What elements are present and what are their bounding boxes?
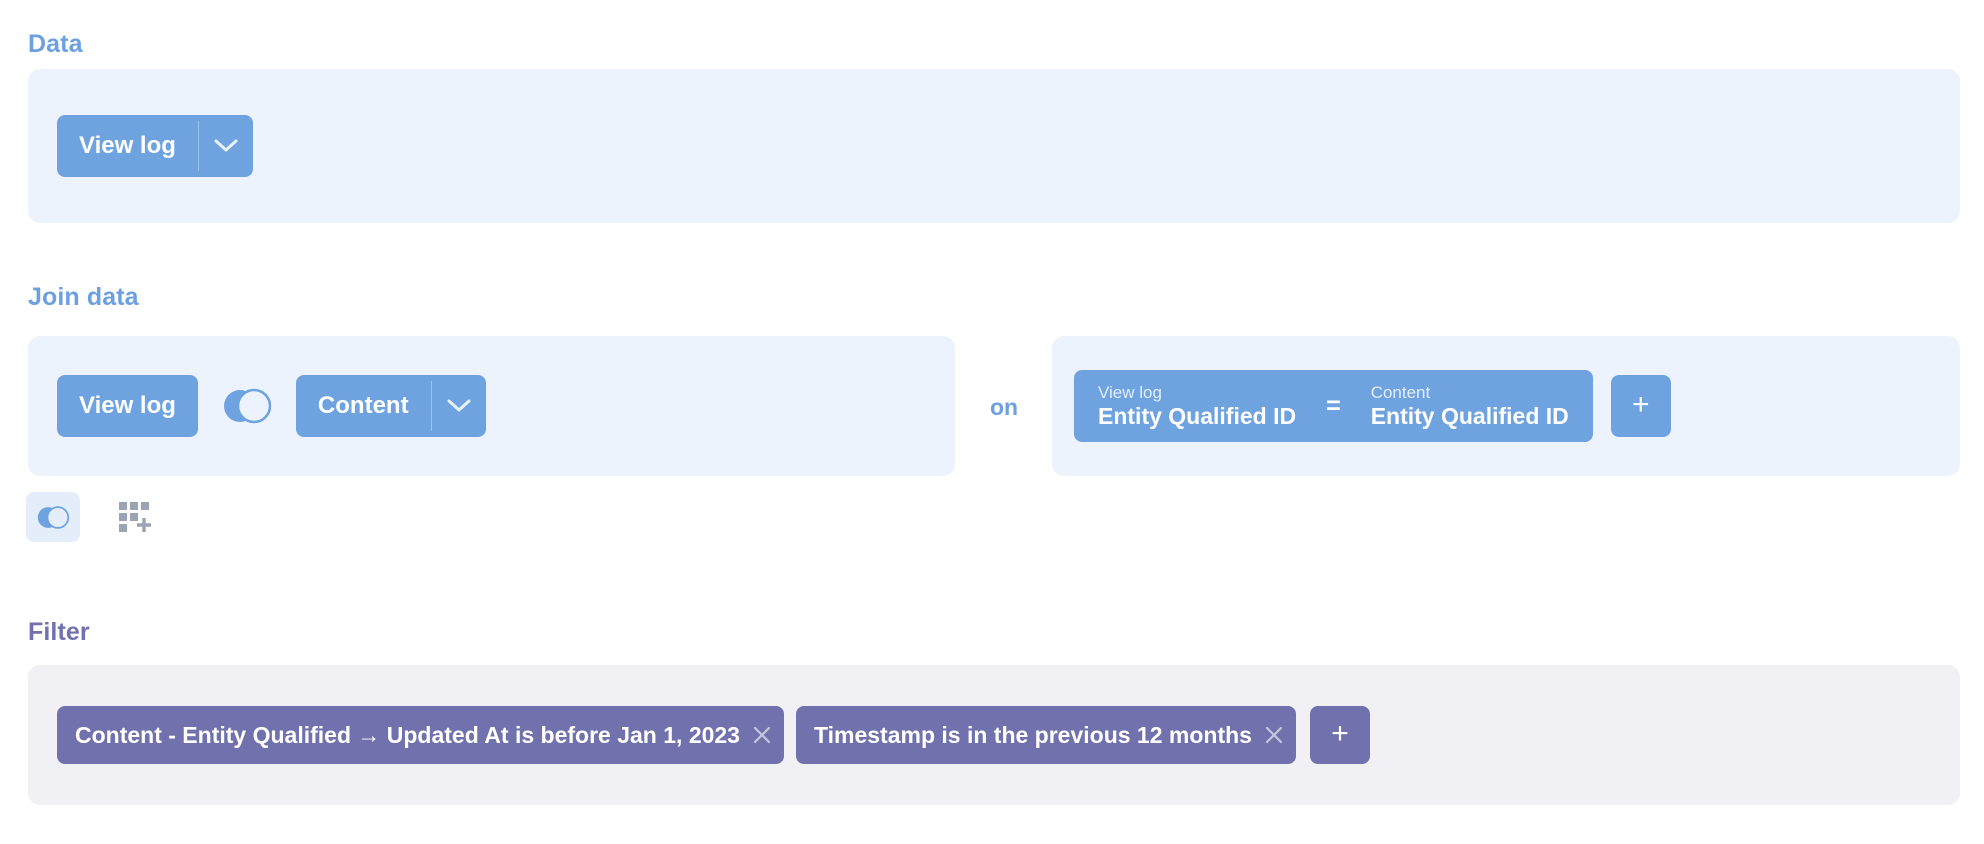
join-condition-panel: View log Entity Qualified ID = Content E… xyxy=(1052,336,1960,476)
join-on-keyword: on xyxy=(990,394,1019,420)
venn-left-join-icon[interactable] xyxy=(218,377,276,435)
join-tables-panel: View log Content xyxy=(28,336,955,476)
filter-section-label: Filter xyxy=(28,618,90,646)
data-source-button[interactable]: View log xyxy=(57,115,253,177)
filter-pill-label: Content - Entity Qualified → Updated At … xyxy=(75,721,740,748)
join-condition-left[interactable]: View log Entity Qualified ID xyxy=(1094,383,1300,430)
plus-icon: + xyxy=(1331,717,1349,750)
add-filter-button[interactable]: + xyxy=(1309,706,1370,764)
join-right-table-button[interactable]: Content xyxy=(295,375,486,437)
join-condition-left-field: Entity Qualified ID xyxy=(1098,402,1297,429)
data-source-button-label: View log xyxy=(79,132,176,159)
join-condition-right-field: Entity Qualified ID xyxy=(1370,402,1569,429)
filter-pill-label: Timestamp is in the previous 12 months xyxy=(813,721,1252,748)
add-join-condition-button[interactable]: + xyxy=(1610,375,1671,437)
chevron-down-icon[interactable] xyxy=(432,375,486,437)
data-section-panel: View log xyxy=(28,69,1960,223)
close-icon[interactable] xyxy=(1252,706,1296,764)
filter-pill[interactable]: Timestamp is in the previous 12 months xyxy=(795,706,1296,764)
join-left-table-label: View log xyxy=(79,392,176,419)
filter-section-panel: Content - Entity Qualified → Updated At … xyxy=(28,665,1960,805)
join-right-table-label: Content xyxy=(317,392,409,419)
join-condition-right-table: Content xyxy=(1370,382,1431,402)
plus-icon: + xyxy=(1632,388,1650,421)
join-section-label: Join data xyxy=(28,283,139,311)
join-condition-operator: = xyxy=(1326,391,1341,420)
join-step-icon[interactable] xyxy=(26,492,80,542)
close-icon[interactable] xyxy=(740,706,784,764)
chevron-down-icon[interactable] xyxy=(199,115,253,177)
join-condition-left-table: View log xyxy=(1098,382,1162,402)
join-condition-pill[interactable]: View log Entity Qualified ID = Content E… xyxy=(1074,370,1593,442)
filter-pill[interactable]: Content - Entity Qualified → Updated At … xyxy=(57,706,784,764)
notebook-editor: Data View log Join data View log Content… xyxy=(0,0,1984,844)
join-step-toolbar xyxy=(26,492,162,542)
custom-column-icon[interactable] xyxy=(108,492,162,542)
data-section-label: Data xyxy=(28,30,83,58)
join-condition-right[interactable]: Content Entity Qualified ID xyxy=(1367,383,1573,430)
join-left-table-button[interactable]: View log xyxy=(57,375,198,437)
